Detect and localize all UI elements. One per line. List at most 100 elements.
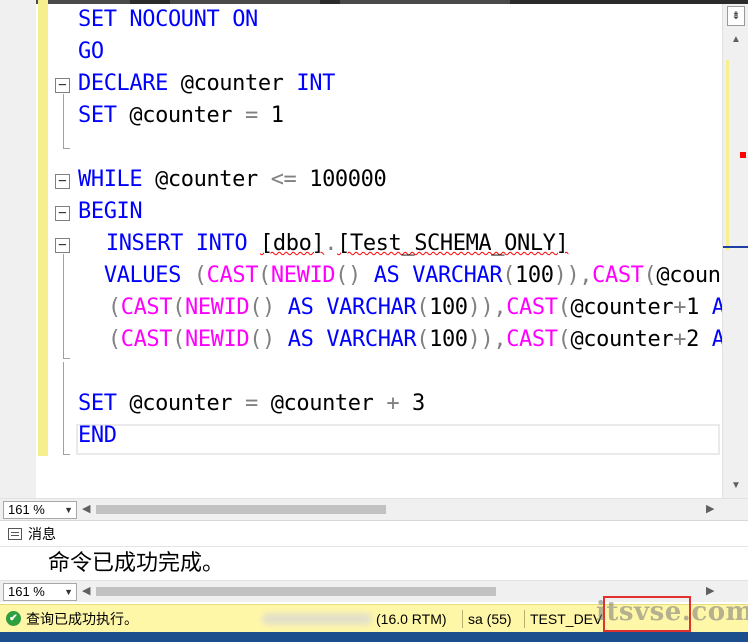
code-token: DECLARE [78, 71, 168, 96]
code-token: + [673, 327, 687, 352]
code-line[interactable]: INSERT INTO [dbo].[Test_SCHEMA_ONLY] [93, 228, 569, 260]
split-window-icon[interactable]: ⇟ [727, 6, 745, 26]
code-token: ( [643, 263, 657, 288]
window-bottom-edge [0, 632, 748, 642]
code-token: AS [373, 263, 400, 288]
code-token: 100 [429, 295, 468, 320]
code-token: @counter [116, 103, 245, 128]
code-token: CAST [120, 327, 173, 352]
code-token: END [78, 423, 117, 448]
code-token: )), [553, 263, 593, 288]
code-token: )), [467, 327, 507, 352]
code-token: NOCOUNT [129, 7, 220, 32]
messages-pane[interactable]: 命令已成功完成。 [0, 546, 748, 580]
code-token: = [245, 103, 258, 128]
messages-zoom-select[interactable]: 161 % ▼ [3, 583, 77, 601]
editor-zoom-select[interactable]: 161 % ▼ [3, 501, 77, 519]
code-token: ( [502, 263, 516, 288]
scroll-down-arrow-icon[interactable]: ▼ [727, 480, 745, 494]
code-text[interactable]: SET NOCOUNT ON GO DECLARE @counter INT SET … [50, 4, 722, 456]
code-token: SET [78, 103, 117, 128]
status-bar: ✔ 查询已成功执行。 (16.0 RTM) sa (55) TEST_DEV i… [0, 596, 748, 632]
scrollbar-change-marker [726, 60, 729, 250]
code-token: AS [711, 327, 722, 352]
code-token: CAST [120, 295, 173, 320]
scrollbar-thumb[interactable] [96, 587, 496, 596]
code-line[interactable]: WHILE @counter <= 100000 [78, 164, 387, 196]
chevron-down-icon: ▼ [64, 505, 73, 515]
editor-margin [0, 0, 36, 498]
code-token: ( [107, 327, 121, 352]
code-token: 1 [257, 103, 284, 128]
code-token: + [386, 391, 400, 416]
query-editor[interactable]: − − − − SET NOCOUNT ON GO DECLARE @counter… [0, 0, 748, 498]
code-line[interactable]: VALUES (CAST(NEWID() AS VARCHAR(100)),CA… [91, 260, 722, 292]
scroll-left-arrow-icon[interactable]: ◀ [82, 584, 90, 597]
editor-horizontal-scrollbar[interactable]: 161 % ▼ ◀ ▶ [0, 498, 748, 520]
login-user: sa (55) [468, 611, 512, 627]
tab-messages-label: 消息 [28, 526, 56, 542]
messages-icon [8, 528, 22, 540]
code-token: [Test_SCHEMA_ONLY] [337, 231, 569, 256]
code-line[interactable]: (CAST(NEWID() AS VARCHAR(100)),CAST(@cou… [95, 324, 722, 356]
editor-vertical-scrollbar[interactable]: ⇟ ▲ ▼ [722, 4, 748, 498]
code-line[interactable]: SET @counter = @counter + 3 [78, 388, 425, 420]
code-token: VARCHAR [412, 263, 503, 288]
code-token: ( [416, 327, 430, 352]
code-token: 1 [686, 295, 712, 320]
code-token: NEWID [184, 295, 250, 320]
code-line[interactable]: SET NOCOUNT ON [78, 4, 258, 36]
code-line[interactable]: GO [78, 36, 104, 68]
code-line[interactable]: DECLARE @counter INT [78, 68, 335, 100]
scrollbar-caret-marker [723, 246, 748, 248]
code-token: SET [78, 7, 117, 32]
code-token: 100 [429, 327, 468, 352]
code-line[interactable]: SET @counter = 1 [78, 100, 284, 132]
tab-messages[interactable]: 消息 [4, 523, 60, 545]
code-token: BEGIN [78, 199, 143, 224]
code-token: ( [172, 327, 185, 352]
server-version: (16.0 RTM) [376, 611, 447, 627]
code-token: () [249, 327, 275, 352]
code-line[interactable]: BEGIN [78, 196, 143, 228]
scrollbar-thumb[interactable] [96, 505, 386, 514]
watermark: itsvse.com [596, 597, 748, 627]
code-token: INSERT [105, 231, 183, 256]
code-token: NEWID [270, 263, 336, 288]
code-line[interactable]: END [78, 420, 117, 452]
code-token: 3 [399, 391, 425, 416]
messages-zoom-value: 161 % [8, 584, 45, 599]
code-token: AS [287, 295, 314, 320]
code-token: SET [78, 391, 117, 416]
scroll-right-arrow-icon[interactable]: ▶ [706, 502, 714, 515]
redacted-server-name [262, 613, 372, 625]
code-token: @counter [570, 295, 674, 320]
code-token: VALUES [103, 263, 181, 288]
code-token: 100 [515, 263, 554, 288]
code-token: = [245, 391, 258, 416]
code-token: GO [78, 39, 104, 64]
code-line[interactable]: (CAST(NEWID() AS VARCHAR(100)),CAST(@cou… [95, 292, 722, 324]
scroll-left-arrow-icon[interactable]: ◀ [82, 502, 90, 515]
code-token: ( [557, 295, 571, 320]
scroll-up-arrow-icon[interactable]: ▲ [727, 34, 745, 48]
code-token: CAST [506, 295, 558, 320]
code-token: ( [193, 263, 207, 288]
code-token: 2 [686, 327, 712, 352]
change-tracking-bar [38, 0, 48, 456]
code-token: AS [711, 295, 722, 320]
status-message: 查询已成功执行。 [26, 611, 138, 627]
scrollbar-error-marker [740, 152, 746, 158]
code-token: () [249, 295, 275, 320]
database-name: TEST_DEV [530, 611, 603, 627]
code-token: () [335, 263, 361, 288]
code-token: <= [270, 167, 297, 192]
